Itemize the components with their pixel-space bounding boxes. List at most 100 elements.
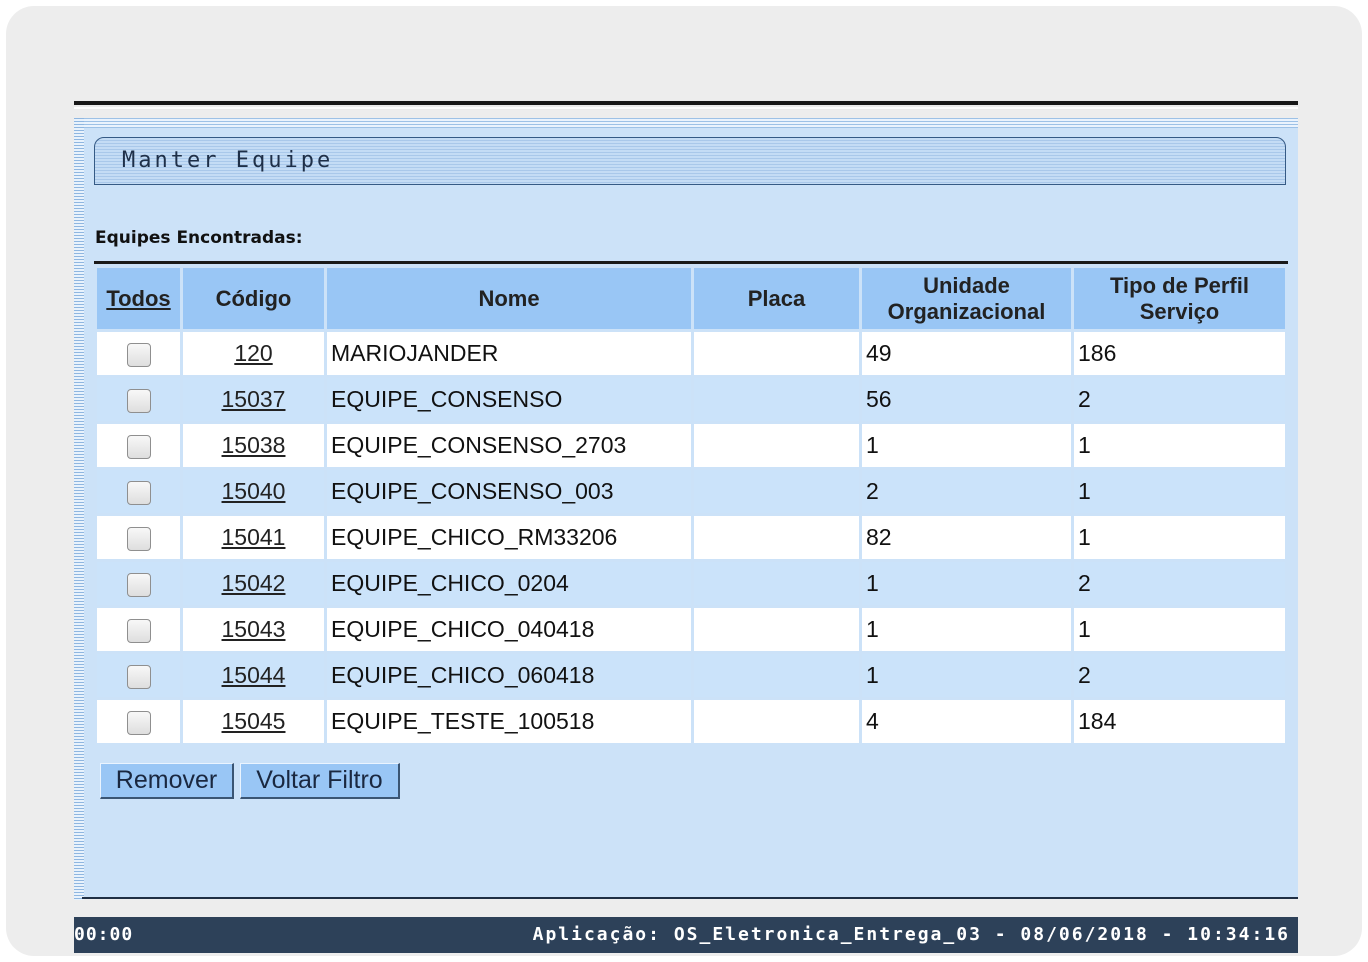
top-divider-highlight	[74, 107, 1298, 109]
row-checkbox[interactable]	[126, 342, 151, 367]
teams-table: Todos Código Nome Placa Unidade Organiza…	[94, 265, 1288, 746]
table-header-row: Todos Código Nome Placa Unidade Organiza…	[97, 268, 1285, 329]
row-checkbox[interactable]	[126, 664, 151, 689]
codigo-link[interactable]: 15043	[222, 616, 286, 642]
cell-placa	[694, 700, 859, 743]
codigo-link[interactable]: 15042	[222, 570, 286, 596]
cell-unidade: 1	[862, 562, 1071, 605]
cell-nome: EQUIPE_CONSENSO_003	[327, 470, 691, 513]
row-checkbox[interactable]	[126, 572, 151, 597]
row-checkbox[interactable]	[126, 526, 151, 551]
row-select-cell	[97, 424, 180, 467]
table-row: 15044 EQUIPE_CHICO_060418 1 2	[97, 654, 1285, 697]
row-checkbox[interactable]	[126, 434, 151, 459]
cell-unidade: 49	[862, 332, 1071, 375]
col-todos[interactable]: Todos	[97, 268, 180, 329]
cell-codigo: 120	[183, 332, 324, 375]
table-row: 15043 EQUIPE_CHICO_040418 1 1	[97, 608, 1285, 651]
cell-codigo: 15038	[183, 424, 324, 467]
codigo-link[interactable]: 15044	[222, 662, 286, 688]
cell-placa	[694, 378, 859, 421]
top-divider	[74, 101, 1298, 105]
cell-tipo: 1	[1074, 516, 1285, 559]
cell-nome: EQUIPE_CONSENSO_2703	[327, 424, 691, 467]
table-row: 15037 EQUIPE_CONSENSO 56 2	[97, 378, 1285, 421]
cell-unidade: 1	[862, 654, 1071, 697]
status-bar: 00:00 Aplicação: OS_Eletronica_Entrega_0…	[74, 917, 1298, 953]
row-select-cell	[97, 654, 180, 697]
cell-unidade: 2	[862, 470, 1071, 513]
codigo-link[interactable]: 15040	[222, 478, 286, 504]
cell-nome: EQUIPE_CHICO_RM33206	[327, 516, 691, 559]
col-tipo-line1: Tipo de Perfil	[1110, 272, 1249, 298]
results-label: Equipes Encontradas:	[95, 228, 303, 248]
cell-tipo: 184	[1074, 700, 1285, 743]
table-row: 15038 EQUIPE_CONSENSO_2703 1 1	[97, 424, 1285, 467]
col-placa: Placa	[694, 268, 859, 329]
table-row: 120 MARIOJANDER 49 186	[97, 332, 1285, 375]
col-unidade-line1: Unidade	[923, 272, 1010, 298]
voltar-filtro-button[interactable]: Voltar Filtro	[240, 763, 400, 799]
cell-unidade: 1	[862, 424, 1071, 467]
col-codigo: Código	[183, 268, 324, 329]
cell-unidade: 56	[862, 378, 1071, 421]
cell-nome: EQUIPE_CHICO_040418	[327, 608, 691, 651]
page-title-bar: Manter Equipe	[94, 137, 1286, 185]
row-select-cell	[97, 332, 180, 375]
cell-codigo: 15041	[183, 516, 324, 559]
cell-unidade: 1	[862, 608, 1071, 651]
cell-nome: MARIOJANDER	[327, 332, 691, 375]
table-row: 15041 EQUIPE_CHICO_RM33206 82 1	[97, 516, 1285, 559]
cell-codigo: 15044	[183, 654, 324, 697]
cell-codigo: 15045	[183, 700, 324, 743]
col-unidade: Unidade Organizacional	[862, 268, 1071, 329]
cell-tipo: 2	[1074, 654, 1285, 697]
cell-placa	[694, 424, 859, 467]
select-all-link[interactable]: Todos	[106, 286, 170, 311]
table-row: 15040 EQUIPE_CONSENSO_003 2 1	[97, 470, 1285, 513]
row-checkbox[interactable]	[126, 480, 151, 505]
row-select-cell	[97, 470, 180, 513]
table-row: 15045 EQUIPE_TESTE_100518 4 184	[97, 700, 1285, 743]
cell-nome: EQUIPE_CHICO_0204	[327, 562, 691, 605]
row-select-cell	[97, 608, 180, 651]
row-checkbox[interactable]	[126, 388, 151, 413]
codigo-link[interactable]: 15038	[222, 432, 286, 458]
row-select-cell	[97, 516, 180, 559]
status-application: Aplicação: OS_Eletronica_Entrega_03 - 08…	[532, 924, 1290, 945]
row-checkbox[interactable]	[126, 618, 151, 643]
cell-tipo: 1	[1074, 424, 1285, 467]
row-checkbox[interactable]	[126, 710, 151, 735]
cell-placa	[694, 332, 859, 375]
codigo-link[interactable]: 15041	[222, 524, 286, 550]
cell-placa	[694, 608, 859, 651]
table-top-rule	[94, 261, 1288, 264]
status-time: 00:00	[74, 924, 134, 945]
codigo-link[interactable]: 15045	[222, 708, 286, 734]
cell-tipo: 2	[1074, 562, 1285, 605]
panel-left-border	[74, 118, 84, 900]
cell-codigo: 15043	[183, 608, 324, 651]
cell-nome: EQUIPE_CHICO_060418	[327, 654, 691, 697]
cell-codigo: 15037	[183, 378, 324, 421]
row-select-cell	[97, 700, 180, 743]
cell-codigo: 15042	[183, 562, 324, 605]
cell-tipo: 1	[1074, 608, 1285, 651]
table-row: 15042 EQUIPE_CHICO_0204 1 2	[97, 562, 1285, 605]
cell-nome: EQUIPE_CONSENSO	[327, 378, 691, 421]
cell-codigo: 15040	[183, 470, 324, 513]
col-tipo-line2: Serviço	[1139, 298, 1220, 324]
cell-nome: EQUIPE_TESTE_100518	[327, 700, 691, 743]
codigo-link[interactable]: 120	[234, 340, 272, 366]
cell-tipo: 2	[1074, 378, 1285, 421]
panel-top-border	[84, 118, 1298, 128]
col-unidade-line2: Organizacional	[887, 298, 1046, 324]
cell-unidade: 82	[862, 516, 1071, 559]
codigo-link[interactable]: 15037	[222, 386, 286, 412]
page-title: Manter Equipe	[122, 148, 334, 173]
row-select-cell	[97, 562, 180, 605]
cell-placa	[694, 562, 859, 605]
row-select-cell	[97, 378, 180, 421]
cell-tipo: 186	[1074, 332, 1285, 375]
remover-button[interactable]: Remover	[100, 763, 234, 799]
